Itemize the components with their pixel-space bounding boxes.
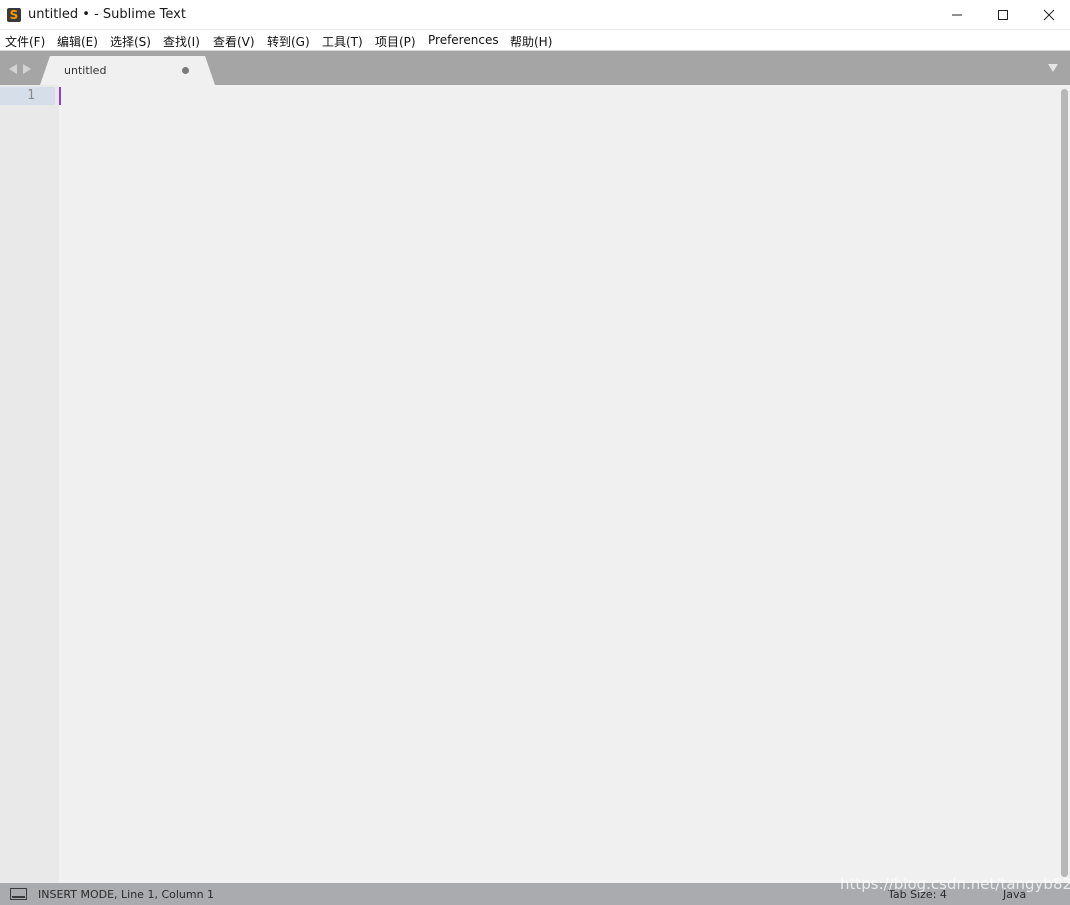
line-gutter: 1 xyxy=(0,85,59,883)
tab-untitled[interactable]: untitled xyxy=(40,56,215,85)
window-title: untitled • - Sublime Text xyxy=(28,7,186,22)
scrollbar-thumb[interactable] xyxy=(1061,89,1068,877)
status-mode: INSERT MODE, Line 1, Column 1 xyxy=(38,888,215,901)
console-panel-icon[interactable] xyxy=(10,888,27,900)
maximize-button[interactable] xyxy=(980,0,1026,30)
minimize-button[interactable] xyxy=(934,0,980,30)
editor-text-area[interactable] xyxy=(59,85,1059,883)
menu-project[interactable]: 项目(P) xyxy=(375,33,416,50)
menu-file[interactable]: 文件(F) xyxy=(5,33,45,50)
close-button[interactable] xyxy=(1026,0,1070,30)
close-icon xyxy=(1043,9,1055,21)
menu-goto[interactable]: 转到(G) xyxy=(267,33,310,50)
line-number: 1 xyxy=(27,88,35,103)
menu-selection[interactable]: 选择(S) xyxy=(110,33,151,50)
menu-edit[interactable]: 编辑(E) xyxy=(57,33,98,50)
watermark: https://blog.csdn.net/tangyb828 xyxy=(840,875,1070,893)
tab-nav-arrows-icon[interactable] xyxy=(8,63,34,75)
title-bar: S untitled • - Sublime Text xyxy=(0,0,1070,30)
menu-view[interactable]: 查看(V) xyxy=(213,33,255,50)
menu-preferences[interactable]: Preferences xyxy=(428,33,499,47)
maximize-icon xyxy=(998,10,1008,20)
tab-list-dropdown-icon[interactable] xyxy=(1047,63,1059,73)
minimize-icon xyxy=(952,14,962,16)
menu-bar: 文件(F) 编辑(E) 选择(S) 查找(I) 查看(V) 转到(G) 工具(T… xyxy=(0,30,1070,51)
menu-help[interactable]: 帮助(H) xyxy=(510,33,552,50)
tab-bar: untitled xyxy=(0,51,1070,85)
sublime-text-icon: S xyxy=(7,8,21,22)
text-caret xyxy=(59,87,61,105)
menu-tools[interactable]: 工具(T) xyxy=(322,33,363,50)
modified-dot-icon[interactable] xyxy=(182,67,189,74)
tab-label: untitled xyxy=(64,64,107,77)
menu-find[interactable]: 查找(I) xyxy=(163,33,200,50)
